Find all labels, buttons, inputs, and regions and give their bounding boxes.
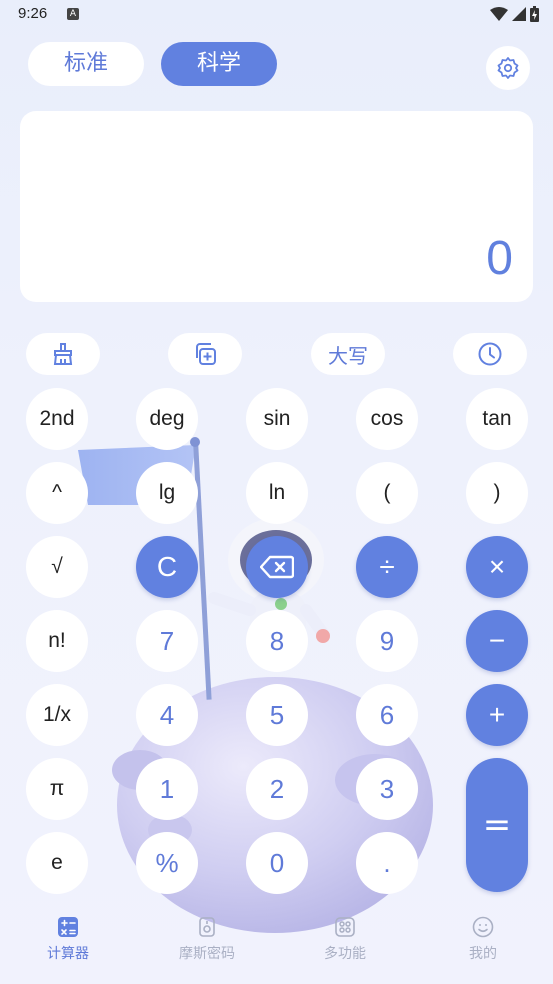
key-equals[interactable]: = [466,758,528,892]
key-5[interactable]: 5 [246,684,308,746]
key-sin[interactable]: sin [246,388,308,450]
nav-label-multifunction: 多功能 [324,946,366,962]
key-pi[interactable]: π [26,758,88,820]
smiley-icon [472,916,494,938]
copy-button[interactable] [168,333,242,375]
key-factorial[interactable]: n! [26,610,88,672]
key-deg[interactable]: deg [136,388,198,450]
tab-scientific[interactable]: 科学 [161,42,277,86]
copy-add-icon [196,343,216,365]
tab-standard[interactable]: 标准 [28,42,144,86]
key-clear[interactable]: C [136,536,198,598]
uppercase-button[interactable]: 大写 [311,333,385,375]
key-6[interactable]: 6 [356,684,418,746]
key-2[interactable]: 2 [246,758,308,820]
history-clock-icon [478,342,502,366]
nav-label-calculator: 计算器 [47,946,89,962]
key-open-paren[interactable]: ( [356,462,418,524]
key-0[interactable]: 0 [246,832,308,894]
grid-apps-icon [335,917,355,937]
status-bar: 9:26 A [0,0,553,30]
signal-icon [512,7,526,21]
key-1[interactable]: 1 [136,758,198,820]
bottom-nav: 计算器 摩斯密码 多功能 我的 [0,905,553,984]
settings-button[interactable] [486,46,530,90]
key-backspace[interactable] [246,536,308,598]
status-icons [490,6,539,22]
clear-history-button[interactable] [26,333,100,375]
key-multiply[interactable]: × [466,536,528,598]
key-e[interactable]: e [26,832,88,894]
key-3[interactable]: 3 [356,758,418,820]
morse-lock-icon [199,917,215,937]
key-decimal[interactable]: . [356,832,418,894]
status-time: 9:26 [18,5,48,22]
key-7[interactable]: 7 [136,610,198,672]
nav-item-multifunction[interactable]: 多功能 [295,915,395,963]
history-button[interactable] [453,333,527,375]
key-subtract[interactable]: − [466,610,528,672]
key-divide[interactable]: ÷ [356,536,418,598]
wifi-icon [490,7,508,21]
key-8[interactable]: 8 [246,610,308,672]
broom-icon [53,343,73,365]
nav-item-profile[interactable]: 我的 [433,915,533,963]
key-sqrt[interactable]: √ [26,536,88,598]
key-2nd[interactable]: 2nd [26,388,88,450]
notification-icon: A [67,8,79,20]
key-reciprocal[interactable]: 1/x [26,684,88,746]
gear-icon [497,57,519,79]
key-close-paren[interactable]: ) [466,462,528,524]
key-lg[interactable]: lg [136,462,198,524]
key-9[interactable]: 9 [356,610,418,672]
key-ln[interactable]: ln [246,462,308,524]
display-value: 0 [486,232,513,285]
result-display: 0 [20,111,533,302]
nav-item-calculator[interactable]: 计算器 [18,915,118,963]
nav-label-profile: 我的 [469,946,497,962]
key-power[interactable]: ^ [26,462,88,524]
calculator-icon [58,917,78,937]
key-cos[interactable]: cos [356,388,418,450]
key-4[interactable]: 4 [136,684,198,746]
key-percent[interactable]: % [136,832,198,894]
battery-icon [530,6,539,22]
nav-label-morse: 摩斯密码 [179,946,235,962]
nav-item-morse[interactable]: 摩斯密码 [157,915,257,963]
key-tan[interactable]: tan [466,388,528,450]
key-add[interactable]: + [466,684,528,746]
backspace-icon [260,555,294,579]
